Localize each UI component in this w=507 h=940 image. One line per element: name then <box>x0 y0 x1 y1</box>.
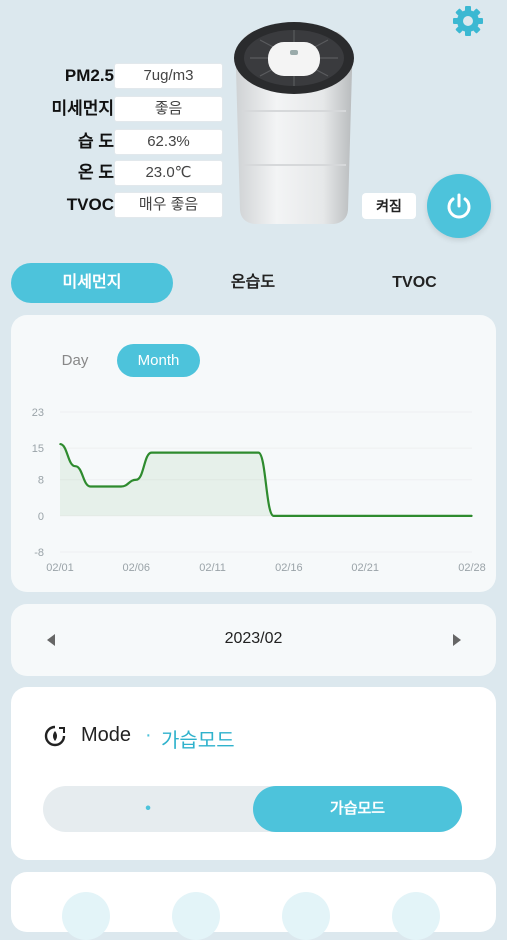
data-point <box>440 515 443 517</box>
reading-label: TVOC <box>66 195 114 214</box>
data-point <box>181 451 183 454</box>
data-point <box>257 451 260 454</box>
y-tick-label: -8 <box>34 547 44 559</box>
mode-card <box>11 687 496 860</box>
gear-icon[interactable] <box>452 5 484 37</box>
x-tick-label: 02/16 <box>275 562 303 574</box>
reading-label: PM2.5 <box>64 66 114 85</box>
reading-tvoc: TVOC 매우 좋음 <box>34 192 224 218</box>
bottom-option-button[interactable] <box>282 892 330 940</box>
data-point <box>333 515 336 517</box>
data-point <box>74 465 77 467</box>
data-point <box>59 443 61 445</box>
y-tick-label: 23 <box>32 407 44 419</box>
y-tick-label: 15 <box>32 443 44 455</box>
next-month-button[interactable] <box>446 630 466 650</box>
data-point <box>394 515 397 517</box>
reading-label: 미세먼지 <box>51 99 114 118</box>
month-label: 2023/02 <box>224 630 283 647</box>
x-tick-label: 02/11 <box>199 562 226 574</box>
bottom-option-button[interactable] <box>392 892 440 940</box>
range-month-button[interactable]: Month <box>117 344 200 377</box>
tab-temp-humidity[interactable]: 온습도 <box>173 263 333 303</box>
x-tick-label: 02/28 <box>458 562 486 574</box>
dust-line-chart: 23 15 8 0 -802/01 02/06 02/11 02/16 02/21 02/28 <box>32 407 486 574</box>
data-point <box>150 451 153 454</box>
mode-separator: · <box>145 724 152 746</box>
mode-value: 가습모드 <box>161 730 235 752</box>
data-point <box>227 451 229 454</box>
reading-fine-dust: 미세먼지 좋음 <box>34 96 224 122</box>
power-icon <box>447 193 471 219</box>
data-point <box>303 515 305 517</box>
data-point <box>471 515 473 517</box>
data-point <box>166 451 168 454</box>
data-point <box>318 515 321 517</box>
metric-tabs: 미세먼지 온습도 TVOC <box>11 263 496 303</box>
data-point <box>135 478 138 481</box>
reading-temperature: 온 도 23.0℃ <box>34 160 224 186</box>
reading-value: 7ug/m3 <box>114 63 223 89</box>
caret-right-icon <box>453 634 461 646</box>
data-point <box>410 515 412 517</box>
data-point <box>349 515 351 517</box>
reading-label: 습 도 <box>77 132 114 151</box>
data-point <box>196 451 199 454</box>
reading-humidity: 습 도 62.3% <box>34 129 224 155</box>
data-point <box>120 485 122 488</box>
power-state-label: 켜짐 <box>362 193 416 219</box>
reading-value: 매우 좋음 <box>114 192 223 218</box>
data-point <box>89 485 92 488</box>
reading-value: 23.0℃ <box>114 160 223 186</box>
humidifier-mode-icon <box>44 725 66 747</box>
x-tick-label: 02/01 <box>46 562 74 574</box>
mode-option-left[interactable]: • <box>43 786 253 832</box>
air-purifier-image <box>230 14 358 230</box>
data-point <box>272 515 275 517</box>
x-tick-label: 02/21 <box>351 562 379 574</box>
data-point <box>288 515 290 517</box>
x-tick-label: 02/06 <box>123 562 151 574</box>
tab-fine-dust[interactable]: 미세먼지 <box>11 263 173 303</box>
bottom-option-button[interactable] <box>62 892 110 940</box>
data-point <box>364 515 366 517</box>
tab-tvoc[interactable]: TVOC <box>333 263 496 303</box>
data-point <box>425 515 428 517</box>
mode-option-humidify[interactable]: 가습모드 <box>253 786 462 832</box>
data-point <box>379 515 382 517</box>
power-button[interactable] <box>427 174 491 238</box>
data-point <box>455 515 458 517</box>
data-point <box>242 451 244 454</box>
reading-label: 온 도 <box>77 163 114 182</box>
reading-value: 좋음 <box>114 96 223 122</box>
data-point <box>104 485 107 488</box>
y-tick-label: 8 <box>38 475 44 487</box>
range-day-button[interactable]: Day <box>44 344 106 377</box>
y-tick-label: 0 <box>38 511 44 523</box>
bottom-option-button[interactable] <box>172 892 220 940</box>
reading-value: 62.3% <box>114 129 223 155</box>
reading-pm25: PM2.5 7ug/m3 <box>34 63 224 89</box>
mode-title: Mode <box>81 724 132 746</box>
data-point <box>211 451 214 454</box>
mode-switch: • 가습모드 <box>43 786 462 832</box>
